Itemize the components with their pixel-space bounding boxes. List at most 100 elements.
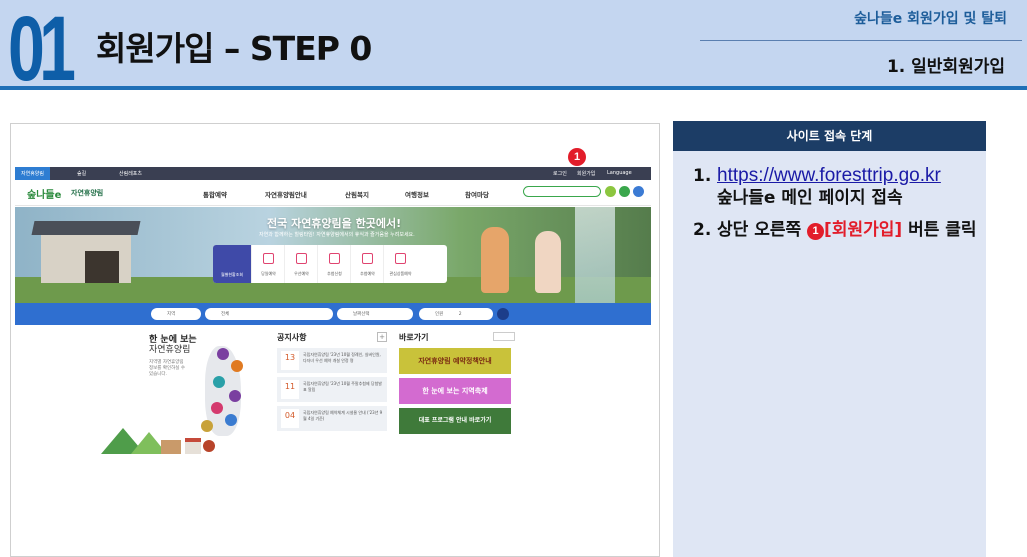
site-nav: 숲나들e 자연휴양림 통합예약 자연휴양림안내 산림복지 여행정보 참여마당 [15,180,651,206]
notice-date: 11 [281,380,299,399]
quick-label: 우선예약 [294,271,309,276]
quick-monthly-status-label: 월별현황조회 [220,272,244,277]
notice-title: 공지사항 [277,333,307,342]
step-marker-badge: 1 [807,223,825,240]
notice-item[interactable]: 04 국립자연휴양림 예약체계 시설물 안내 ('23년 9월 4일 기준) [277,406,387,431]
region-select[interactable]: 지역 [151,308,201,320]
step-2-pre: 상단 오른쪽 [717,220,802,240]
calendar-icon [263,253,274,264]
menu-community[interactable]: 참여마당 [465,189,489,199]
slide-header: 01 회원가입 – STEP 0 숲나들e 회원가입 및 탈퇴 1. 일반회원가… [0,0,1027,95]
menu-icon[interactable] [619,186,630,197]
house-illustration [161,440,181,454]
header-divider [700,40,1022,41]
hand-icon [395,253,406,264]
quick-menu: 월별현황조회 당일예약 우선예약 추첨신청 추첨예약 관심상품예약 [213,245,447,283]
step-1-text: 숲나들e 메인 페이지 접속 [717,188,903,208]
menu-welfare[interactable]: 산림복지 [345,189,369,199]
quicklinks-title: 바로가기 [399,333,429,342]
quick-label: 관심상품예약 [389,271,412,276]
quick-label: 추첨신청 [327,271,342,276]
reservation-searchbar: 지역 전체 날짜선택 인원 2 [15,303,651,325]
topbar-tab-trail[interactable]: 숲길 [77,170,86,177]
notice-text: 국립자연휴양림 예약체계 시설물 안내 ('23년 9월 4일 기준) [303,410,383,421]
sitemap-icon[interactable] [633,186,644,197]
topbar-signup-link[interactable]: 회원가입 [577,170,595,177]
slide: 01 회원가입 – STEP 0 숲나들e 회원가입 및 탈퇴 1. 일반회원가… [0,0,1027,557]
step-2-body: 상단 오른쪽 1 [회원가입] 버튼 클릭 [717,219,983,241]
site-logo[interactable]: 숲나들e [27,186,61,201]
step-marker-badge: 1 [568,148,586,166]
panel-header: 사이트 접속 단계 [673,121,986,151]
map-subtitle: 자연휴양림 [149,345,191,355]
region-marker[interactable] [203,440,215,452]
notice-item[interactable]: 13 국립자연휴양림 '23년 10월 정례인, 실버인원, 다자녀 우선 예약… [277,348,387,373]
date-select[interactable]: 날짜선택 [337,308,413,320]
website-screenshot: 자연휴양림 숲길 산림레포츠 로그인 회원가입 Language 숲나들e 자연… [10,123,660,557]
menu-reservation[interactable]: 통합예약 [203,189,227,199]
people-stepper[interactable]: 인원 2 [419,308,493,320]
notice-section: 공지사항 + 13 국립자연휴양림 '23년 10월 정례인, 실버인원, 다자… [273,332,387,452]
hero-subtitle: 자연과 함께하는 힐링타임! 자연휴양림에서의 휴식과 즐거움을 누려보세요. [259,232,415,238]
notice-more-button[interactable]: + [377,332,387,342]
page-title: 회원가입 – STEP 0 [96,29,372,68]
category-label: 숲나들e 회원가입 및 탈퇴 [854,11,1007,27]
region-marker[interactable] [217,348,229,360]
signup-highlight: [회원가입] [824,220,903,240]
quick-lottery-apply[interactable]: 추첨신청 [317,245,350,283]
region-marker[interactable] [229,390,241,402]
site-url-link[interactable]: https://www.foresttrip.go.kr [717,165,941,186]
region-marker[interactable] [201,420,213,432]
section-number: 01 [8,3,78,95]
forest-map-section: 한 눈에 보는 자연휴양림 지역별 자연휴양림 정보를 확인하실 수 있습니다. [101,332,251,467]
forest-select[interactable]: 전체 [205,308,333,320]
hero-child-image [535,231,561,293]
step-1-body: https://www.foresttrip.go.kr 숲나들e 메인 페이지… [717,165,983,209]
topbar-tab-forest[interactable]: 자연휴양림 [15,167,51,180]
hero-banner: 전국 자연휴양림을 한곳에서! 자연과 함께하는 힐링타임! 자연휴양림에서의 … [15,207,651,303]
menu-forest-info[interactable]: 자연휴양림안내 [265,189,307,199]
quick-monthly-status[interactable]: 월별현황조회 [213,245,251,283]
step-1-number: 1. [693,166,712,186]
hero-waterfall-image [575,207,615,303]
topbar-tab-leports[interactable]: 산림레포츠 [119,170,142,177]
notice-text: 국립자연휴양림 '23년 10월 정례인, 실버인원, 다자녀 우선 예약 개설… [303,352,381,363]
quicklink-banner[interactable]: 자연휴양림 예약정책안내 [399,348,511,374]
search-submit-button[interactable] [497,308,509,320]
menu-travel[interactable]: 여행정보 [405,189,429,199]
site-search-input[interactable] [523,186,601,197]
quick-same-day[interactable]: 당일예약 [251,245,284,283]
search-icon[interactable] [605,186,616,197]
step-2-number: 2. [693,220,712,240]
notice-item[interactable]: 11 국립자연휴양림 '23년 10월 주말추첨제 당첨발표 알림 [277,377,387,402]
step-1: 1. https://www.foresttrip.go.kr 숲나들e 메인 … [693,165,983,209]
hero-child-image [481,227,509,293]
quick-lottery-reserve[interactable]: 추첨예약 [350,245,383,283]
star-icon [329,253,340,264]
site-topbar: 자연휴양림 숲길 산림레포츠 로그인 회원가입 Language [15,167,651,180]
quick-label: 추첨예약 [360,271,375,276]
hero-roof-image [31,221,141,235]
map-description: 지역별 자연휴양림 정보를 확인하실 수 있습니다. [149,360,185,377]
people-label: 인원 [435,312,444,317]
quicklinks-arrows[interactable] [493,332,515,341]
section-label: 1. 일반회원가입 [886,57,1005,77]
quick-label: 당일예약 [261,271,276,276]
quicklink-banner[interactable]: 대표 프로그램 안내 바로가기 [399,408,511,434]
people-count: 2 [458,312,462,317]
quicklink-banner[interactable]: 한 눈에 보는 지역축제 [399,378,511,404]
house-illustration [185,438,201,454]
region-marker[interactable] [211,402,223,414]
calendar-icon [362,253,373,264]
instructions-panel: 사이트 접속 단계 1. https://www.foresttrip.go.k… [673,121,986,557]
region-marker[interactable] [213,376,225,388]
step-2-post: 버튼 클릭 [908,220,977,240]
quick-favorite[interactable]: 관심상품예약 [383,245,416,283]
region-marker[interactable] [225,414,237,426]
topbar-login-link[interactable]: 로그인 [553,170,567,177]
quicklinks-section: 바로가기 자연휴양림 예약정책안내 한 눈에 보는 지역축제 대표 프로그램 안… [395,332,515,452]
topbar-language-link[interactable]: Language [607,170,632,176]
region-marker[interactable] [231,360,243,372]
notice-date: 13 [281,351,299,370]
quick-priority[interactable]: 우선예약 [284,245,317,283]
